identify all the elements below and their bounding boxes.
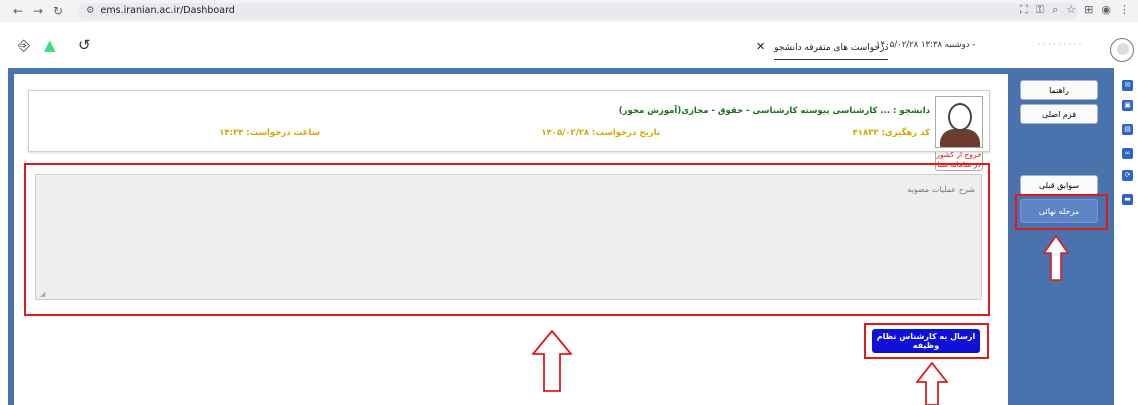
annotation-arrow-up-icon xyxy=(532,330,572,392)
annotation-box-description xyxy=(24,163,990,316)
extensions-icon[interactable]: ⊞ xyxy=(1084,3,1093,17)
app-header: ⎆ ▲ ↺ ✕ درخواست های متفرقه دانشجو ۱۴۰۵/۰… xyxy=(0,26,1138,66)
student-card xyxy=(28,90,990,152)
close-tab-icon[interactable]: ✕ xyxy=(756,40,765,53)
student-info: دانشجو : ... کارشناسی پیوسته کارشناسی - … xyxy=(618,106,930,116)
tab-title: درخواست های متفرقه دانشجو xyxy=(774,43,889,60)
menu-icon[interactable]: ⋮ xyxy=(1119,3,1130,17)
menu-item-history[interactable]: سوابق قبلی xyxy=(1020,175,1098,195)
back-icon[interactable]: ← xyxy=(8,4,28,18)
open-tab[interactable]: ✕ درخواست های متفرقه دانشجو xyxy=(756,40,889,60)
bookmark-icon[interactable]: ☆ xyxy=(1066,3,1076,17)
logout-icon[interactable]: ⎆ xyxy=(18,36,30,54)
annotation-box-submit xyxy=(864,323,989,359)
url-text: ems.iranian.ac.ir/Dashboard xyxy=(100,5,235,16)
request-time: ساعت درخواست: ۱۴:۳۴ xyxy=(219,128,320,138)
mail-icon[interactable]: ✉ xyxy=(1122,80,1133,91)
reload-icon[interactable]: ↻ xyxy=(48,4,68,18)
header-datetime: ۱۴۰۵/۰۲/۲۸ دوشنبه ۱۳:۳۸ - xyxy=(876,40,976,50)
profile-icon[interactable]: ◉ xyxy=(1101,3,1111,17)
forward-icon[interactable]: → xyxy=(28,4,48,18)
icon-strip: ✉ ▣ ▤ ∞ ⟳ ▬ xyxy=(1114,74,1138,405)
folder-icon[interactable]: ▬ xyxy=(1122,194,1133,205)
annotation-box-final-stage xyxy=(1015,194,1108,230)
tracking-code: کد رهگیری: ۴۱۸۳۳ xyxy=(852,128,930,138)
android-icon[interactable]: ▲ xyxy=(44,36,56,54)
user-name-blurred: · · · · · · · · · xyxy=(1038,40,1082,49)
link-icon[interactable]: ∞ xyxy=(1122,148,1133,159)
annotation-arrow-up-icon xyxy=(1043,235,1069,281)
refresh-icon[interactable]: ↺ xyxy=(78,36,91,54)
browser-toolbar: ← → ↻ ⚙ ems.iranian.ac.ir/Dashboard ⛶ ⚿ ⌕… xyxy=(0,0,1138,22)
zoom-icon[interactable]: ⌕ xyxy=(1052,3,1058,17)
menu-item-main-form[interactable]: فرم اصلی xyxy=(1020,104,1098,124)
password-icon[interactable]: ⚿ xyxy=(1036,3,1044,17)
sync-icon[interactable]: ⟳ xyxy=(1122,170,1133,181)
document-icon[interactable]: ▤ xyxy=(1122,124,1133,135)
annotation-arrow-up-icon xyxy=(916,362,948,405)
user-avatar[interactable] xyxy=(1110,38,1134,62)
address-bar[interactable]: ⚙ ems.iranian.ac.ir/Dashboard xyxy=(78,3,1078,19)
menu-item-guide[interactable]: راهنما xyxy=(1020,80,1098,100)
request-date: تاریخ درخواست: ۱۴۰۵/۰۲/۲۸ xyxy=(541,128,660,138)
inbox-icon[interactable]: ▣ xyxy=(1122,100,1133,111)
translate-icon[interactable]: ⛶ xyxy=(1020,3,1028,17)
site-settings-icon[interactable]: ⚙ xyxy=(86,5,95,16)
student-photo xyxy=(935,96,983,148)
